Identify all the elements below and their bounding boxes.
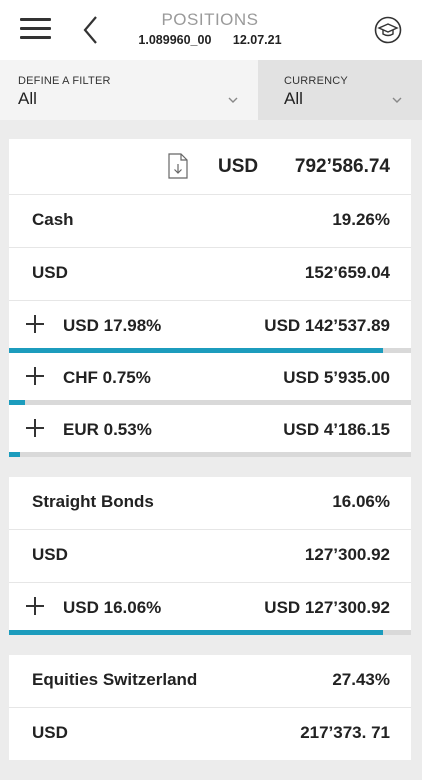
section-percent: 27.43% xyxy=(332,670,390,689)
account-number: 1.089960_00 xyxy=(138,33,212,47)
section-currency-row: USD 217’373. 71 xyxy=(9,708,411,760)
app-header: POSITIONS 1.089960_00 12.07.21 xyxy=(0,0,422,60)
filter-value: All xyxy=(18,89,37,108)
page-title: POSITIONS xyxy=(161,10,259,29)
position-item-chf[interactable]: CHF 0.75% USD 5’935.00 xyxy=(9,353,411,405)
section-percent: 16.06% xyxy=(332,492,390,511)
share-bar xyxy=(9,630,411,635)
section-name: Straight Bonds xyxy=(32,492,154,511)
section-amount: 152’659.04 xyxy=(304,263,390,282)
plus-icon[interactable] xyxy=(26,367,44,385)
section-amount: 127’300.92 xyxy=(304,545,390,564)
mortarboard-icon[interactable] xyxy=(374,16,402,44)
filter-bar: DEFINE A FILTER All CURRENCY All xyxy=(0,60,422,120)
account-info: 1.089960_00 12.07.21 xyxy=(110,33,310,47)
plus-icon[interactable] xyxy=(26,315,44,333)
hamburger-icon[interactable] xyxy=(20,18,51,40)
section-name: Cash xyxy=(32,210,74,229)
chevron-left-icon[interactable] xyxy=(80,15,102,45)
section-header-equities-switzerland[interactable]: Equities Switzerland 27.43% xyxy=(9,655,411,708)
total-amount: 792’586.74 xyxy=(294,156,390,177)
position-label: CHF 0.75% xyxy=(63,368,151,387)
section-currency: USD xyxy=(32,545,68,564)
share-bar-fill xyxy=(9,630,383,635)
position-item-eur[interactable]: EUR 0.53% USD 4’186.15 xyxy=(9,405,411,457)
section-percent: 19.26% xyxy=(332,210,390,229)
chevron-down-icon xyxy=(228,97,238,103)
position-value: USD 142’537.89 xyxy=(264,316,390,335)
currency-label: CURRENCY xyxy=(284,75,348,87)
position-value: USD 4’186.15 xyxy=(283,420,390,439)
position-label: USD 17.98% xyxy=(63,316,162,335)
section-currency-row: USD 127’300.92 xyxy=(9,530,411,583)
section-card-straight-bonds: Straight Bonds 16.06% USD 127’300.92 USD… xyxy=(9,477,411,635)
position-value: USD 127’300.92 xyxy=(264,598,390,617)
filter-label: DEFINE A FILTER xyxy=(18,75,111,87)
position-value: USD 5’935.00 xyxy=(283,368,390,387)
report-date: 12.07.21 xyxy=(232,33,282,47)
section-amount: 217’373. 71 xyxy=(300,723,390,742)
define-filter-dropdown[interactable]: DEFINE A FILTER All xyxy=(0,60,258,120)
section-header-straight-bonds[interactable]: Straight Bonds 16.06% xyxy=(9,477,411,530)
position-item-usd[interactable]: USD 17.98% USD 142’537.89 xyxy=(9,301,411,353)
position-label: EUR 0.53% xyxy=(63,420,152,439)
position-label: USD 16.06% xyxy=(63,598,162,617)
total-currency: USD xyxy=(218,156,259,177)
section-card-equities-switzerland: Equities Switzerland 27.43% USD 217’373.… xyxy=(9,655,411,760)
section-header-cash[interactable]: Cash 19.26% xyxy=(9,195,411,248)
currency-dropdown[interactable]: CURRENCY All xyxy=(258,60,422,120)
share-bar xyxy=(9,452,411,457)
position-item-usd[interactable]: USD 16.06% USD 127’300.92 xyxy=(9,583,411,635)
section-currency: USD xyxy=(32,723,68,742)
section-name: Equities Switzerland xyxy=(32,670,198,689)
share-bar-fill xyxy=(9,452,21,457)
plus-icon[interactable] xyxy=(26,597,44,615)
total-card: USD 792’586.74 Cash 19.26% USD 152’659.0… xyxy=(9,139,411,457)
chevron-down-icon xyxy=(392,97,402,103)
title-block: POSITIONS 1.089960_00 12.07.21 xyxy=(110,10,310,47)
total-row: USD 792’586.74 xyxy=(9,139,411,195)
plus-icon[interactable] xyxy=(26,419,44,437)
positions-list: USD 792’586.74 Cash 19.26% USD 152’659.0… xyxy=(9,139,411,780)
currency-value: All xyxy=(284,89,303,108)
section-currency-row: USD 152’659.04 xyxy=(9,248,411,301)
download-file-icon[interactable] xyxy=(168,153,188,179)
section-currency: USD xyxy=(32,263,68,282)
